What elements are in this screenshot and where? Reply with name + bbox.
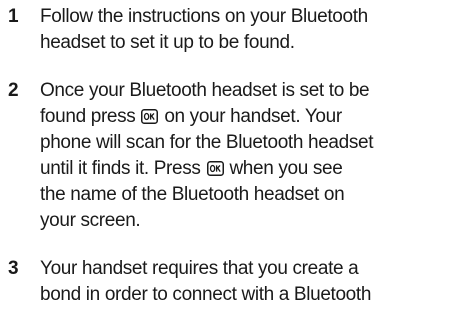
- step-3-line-1: Your handset requires that you create a: [40, 258, 359, 279]
- step-2-line-6: your screen.: [40, 210, 141, 231]
- step-2-line-1: Once your Bluetooth headset is set to be: [40, 80, 370, 101]
- step-number: 1: [8, 6, 19, 27]
- step-text: Once your Bluetooth headset is set to be…: [40, 78, 464, 234]
- step-2-line-2-after: on your handset. Your: [164, 106, 342, 127]
- ok-key-icon: [206, 161, 224, 176]
- step-1-line-1: Follow the instructions on your Bluetoot…: [40, 6, 368, 27]
- instruction-steps: 1 Follow the instructions on your Blueto…: [0, 0, 468, 329]
- step-number: 2: [8, 80, 19, 101]
- step-2-line-4-after: when you see: [229, 158, 343, 179]
- step-2-line-5: the name of the Bluetooth headset on: [40, 184, 345, 205]
- step-2-line-4: until it finds it. Press when you see: [40, 156, 464, 182]
- step-number: 3: [8, 258, 19, 279]
- step-2-line-3: phone will scan for the Bluetooth headse…: [40, 132, 374, 153]
- step-2-line-4-before: until it finds it. Press: [40, 158, 201, 179]
- step-3-line-2: bond in order to connect with a Bluetoot…: [40, 284, 372, 305]
- step-2-line-2: found press on your handset. Your: [40, 104, 464, 130]
- step-text: Follow the instructions on your Bluetoot…: [40, 4, 464, 56]
- step-1-line-2: headset to set it up to be found.: [40, 32, 295, 53]
- step-text: Your handset requires that you create a …: [40, 256, 464, 308]
- ok-key-icon: [141, 109, 159, 124]
- step-2-line-2-before: found press: [40, 106, 136, 127]
